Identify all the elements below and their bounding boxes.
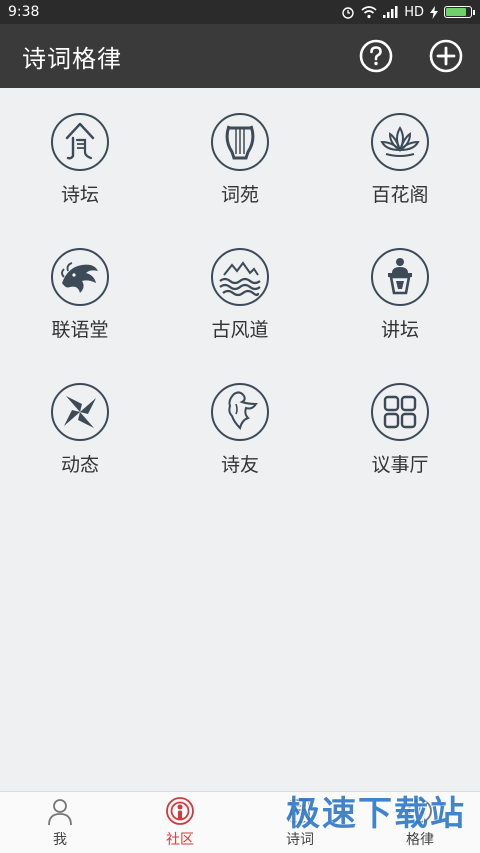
plus-circle-icon[interactable]: [428, 38, 464, 74]
grid-item-ancient-style[interactable]: 古风道: [160, 247, 320, 342]
status-time: 9:38: [8, 4, 40, 20]
grid-item-label: 议事厅: [371, 454, 429, 476]
battery-icon: [444, 6, 475, 18]
grid-item-couplet-hall[interactable]: 联语堂: [0, 247, 160, 342]
alarm-icon: [342, 7, 354, 19]
wifi-icon: [361, 5, 377, 18]
grid-item-flower-pavilion[interactable]: 百花阁: [320, 112, 480, 207]
grid-item-label: 古风道: [211, 319, 269, 341]
network-type: HD: [404, 4, 424, 20]
question-circle-icon[interactable]: [358, 38, 394, 74]
grid-item-label: 联语堂: [51, 319, 109, 341]
watermark-logo: 极速下载站: [286, 794, 466, 834]
four-squares-icon: [371, 383, 429, 441]
nav-item-community[interactable]: 社区: [120, 792, 240, 853]
grid-item-label: 诗坛: [60, 184, 99, 206]
app-bar-actions: [358, 38, 464, 74]
grid-item-poetry-forum[interactable]: 诗坛: [0, 112, 160, 207]
community-icon: [166, 797, 194, 825]
podium-icon: [371, 248, 429, 306]
grid-item-label: 动态: [60, 454, 99, 476]
grid-item-label: 百花阁: [371, 184, 429, 206]
signal-icon: [383, 6, 398, 18]
grid-item-label: 讲坛: [380, 319, 419, 341]
lyre-icon: [211, 113, 269, 171]
dragon-icon: [51, 248, 109, 306]
feature-grid: 诗坛 词苑 百花阁 联语堂 古风道 讲坛 动态 诗友 议事厅: [0, 112, 480, 477]
mountain-wave-icon: [211, 248, 269, 306]
charging-icon: [430, 5, 438, 19]
nav-item-me[interactable]: 我: [0, 792, 120, 853]
status-bar: 9:38 HD: [0, 0, 480, 24]
app-bar: 诗词格律: [0, 24, 480, 88]
grid-item-poet-friends[interactable]: 诗友: [160, 382, 320, 477]
lotus-icon: [371, 113, 429, 171]
pinwheel-icon: [51, 383, 109, 441]
page-title: 诗词格律: [22, 44, 122, 73]
grid-item-council-hall[interactable]: 议事厅: [320, 382, 480, 477]
pavilion-icon: [51, 113, 109, 171]
grid-item-updates[interactable]: 动态: [0, 382, 160, 477]
grid-item-label: 词苑: [220, 184, 259, 206]
grid-item-label: 诗友: [220, 454, 259, 476]
status-indicators: HD: [341, 4, 475, 20]
figure-icon: [211, 383, 269, 441]
grid-item-ci-garden[interactable]: 词苑: [160, 112, 320, 207]
grid-item-lecture-podium[interactable]: 讲坛: [320, 247, 480, 342]
nav-label: 社区: [166, 832, 194, 848]
person-icon: [48, 799, 72, 826]
nav-label: 我: [53, 832, 67, 848]
